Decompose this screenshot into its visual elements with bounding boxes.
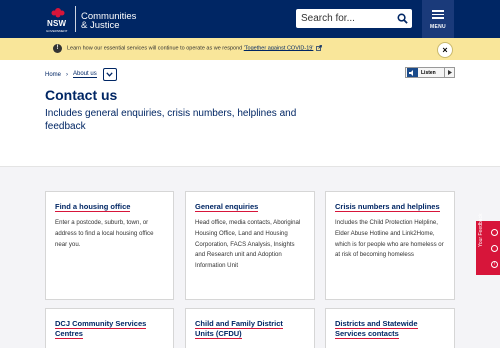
logo-divider [75, 6, 76, 32]
alert-text: Learn how our essential services will co… [67, 45, 322, 51]
menu-label: MENU [430, 23, 446, 30]
card-body: Includes the Child Protection Helpline, … [335, 219, 444, 259]
agency-name[interactable]: Communities & Justice [81, 12, 136, 31]
frown-icon[interactable]: ˘ [491, 244, 498, 252]
feedback-label: Your Feedback [478, 213, 484, 247]
chevron-down-icon [106, 72, 113, 77]
card-title[interactable]: Crisis numbers and helplines [335, 202, 440, 212]
info-icon: ! [53, 44, 62, 53]
feedback-reactions: ˘ ˘ ! [489, 221, 500, 275]
card-body: Head office, media contacts, Aboriginal … [195, 219, 301, 270]
card-dcj-community-services[interactable]: DCJ Community Services Centres [45, 308, 174, 348]
close-alert-button[interactable]: × [437, 42, 453, 58]
smile-icon[interactable]: ˘ [491, 228, 498, 236]
play-icon[interactable] [444, 68, 454, 77]
card-find-housing-office[interactable]: Find a housing office Enter a postcode, … [45, 191, 174, 300]
card-title[interactable]: DCJ Community Services Centres [55, 319, 147, 339]
covid-link[interactable]: 'Together against COVID-19' [244, 45, 314, 51]
card-title[interactable]: General enquiries [195, 202, 259, 212]
card-body: Enter a postcode, suburb, town, or addre… [55, 219, 154, 248]
listen-button[interactable]: Listen [405, 67, 455, 78]
logo-text: NSW [47, 19, 67, 28]
breadcrumb: Home › About us [45, 68, 117, 81]
speaker-icon [407, 68, 418, 77]
lightbulb-icon[interactable]: ! [491, 260, 498, 268]
agency-name-line2: & Justice [81, 20, 120, 31]
search-input[interactable] [296, 9, 390, 28]
external-link-icon [316, 45, 322, 51]
card-districts-statewide[interactable]: Districts and Statewide Services contacts [325, 308, 455, 348]
card-crisis-numbers[interactable]: Crisis numbers and helplines Includes th… [325, 191, 455, 300]
card-child-family-district[interactable]: Child and Family District Units (CFDU) [185, 308, 315, 348]
page-subtitle: Includes general enquiries, crisis numbe… [45, 108, 297, 132]
breadcrumb-current[interactable]: About us [73, 71, 97, 78]
page-title: Contact us [45, 87, 118, 103]
contact-cards-section: Find a housing office Enter a postcode, … [0, 166, 500, 348]
card-title[interactable]: Child and Family District Units (CFDU) [195, 319, 283, 339]
site-header: NSW GOVERNMENT Communities & Justice MEN… [0, 0, 500, 38]
menu-button[interactable]: MENU [422, 0, 454, 38]
breadcrumb-expand-button[interactable] [102, 68, 117, 81]
search-icon [397, 13, 408, 24]
hamburger-icon [432, 8, 444, 21]
feedback-tab[interactable]: Your Feedback [476, 214, 489, 275]
alert-message: Learn how our essential services will co… [67, 45, 244, 52]
breadcrumb-home[interactable]: Home [45, 72, 61, 78]
logo-subtext: GOVERNMENT [46, 29, 68, 33]
covid-alert-banner: ! Learn how our essential services will … [0, 38, 500, 60]
listen-label: Listen [421, 69, 436, 76]
search-box [296, 9, 412, 28]
card-general-enquiries[interactable]: General enquiries Head office, media con… [185, 191, 315, 300]
search-button[interactable] [394, 11, 410, 26]
card-title[interactable]: Districts and Statewide Services contacts [335, 319, 418, 339]
breadcrumb-separator: › [66, 71, 69, 78]
card-title[interactable]: Find a housing office [55, 202, 131, 212]
